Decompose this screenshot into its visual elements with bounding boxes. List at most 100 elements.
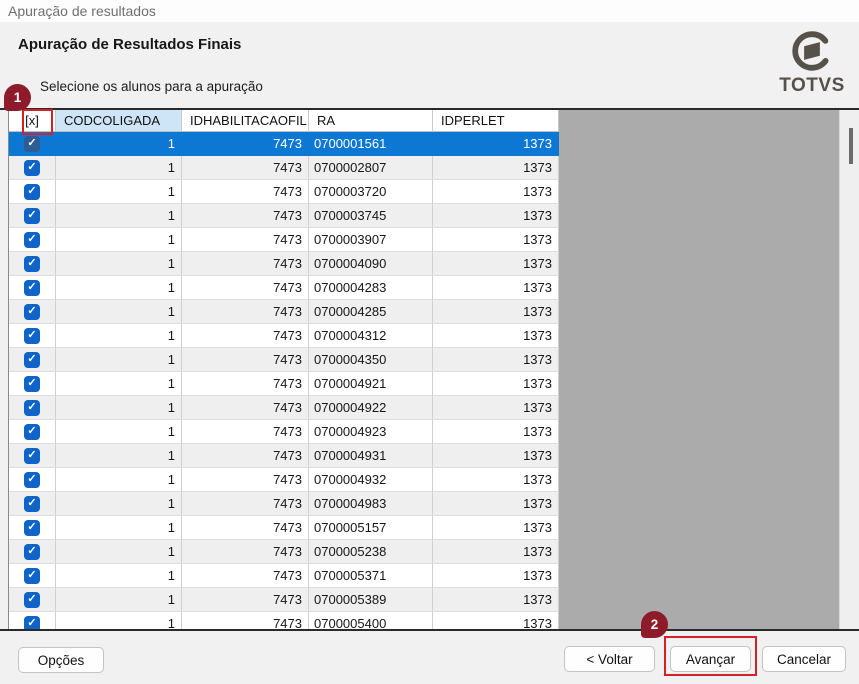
row-checkbox[interactable]: ✓ xyxy=(24,616,40,630)
row-checkbox[interactable]: ✓ xyxy=(24,136,40,152)
row-checkbox-cell: ✓ xyxy=(9,420,56,444)
cell-idperlet: 1373 xyxy=(433,204,559,228)
scrollbar-thumb[interactable] xyxy=(849,128,853,164)
cell-codcoligada: 1 xyxy=(56,492,182,516)
cell-idperlet: 1373 xyxy=(433,300,559,324)
cell-ra: 0700003907 xyxy=(309,228,433,252)
cell-idperlet: 1373 xyxy=(433,516,559,540)
row-checkbox[interactable]: ✓ xyxy=(24,280,40,296)
table-row[interactable]: ✓1747307000049831373 xyxy=(9,492,559,516)
table-row[interactable]: ✓1747307000015611373 xyxy=(9,132,559,156)
cell-ra: 0700004922 xyxy=(309,396,433,420)
cell-codcoligada: 1 xyxy=(56,300,182,324)
cell-codcoligada: 1 xyxy=(56,564,182,588)
table-row[interactable]: ✓1747307000043501373 xyxy=(9,348,559,372)
back-button[interactable]: < Voltar xyxy=(564,646,655,672)
table-row[interactable]: ✓1747307000049321373 xyxy=(9,468,559,492)
row-checkbox-cell: ✓ xyxy=(9,204,56,228)
cell-idhabilitacaofil: 7473 xyxy=(182,612,309,629)
row-checkbox[interactable]: ✓ xyxy=(24,352,40,368)
column-header-idperlet[interactable]: IDPERLET xyxy=(433,110,559,132)
cell-idhabilitacaofil: 7473 xyxy=(182,204,309,228)
table-row[interactable]: ✓1747307000049221373 xyxy=(9,396,559,420)
annotation-box-next-button xyxy=(664,636,757,676)
cell-codcoligada: 1 xyxy=(56,180,182,204)
table-row[interactable]: ✓1747307000043121373 xyxy=(9,324,559,348)
row-checkbox[interactable]: ✓ xyxy=(24,184,40,200)
row-checkbox[interactable]: ✓ xyxy=(24,496,40,512)
cell-idperlet: 1373 xyxy=(433,180,559,204)
table-row[interactable]: ✓1747307000040901373 xyxy=(9,252,559,276)
row-checkbox[interactable]: ✓ xyxy=(24,400,40,416)
cell-codcoligada: 1 xyxy=(56,348,182,372)
check-icon: ✓ xyxy=(27,138,36,149)
cell-idperlet: 1373 xyxy=(433,492,559,516)
cell-idhabilitacaofil: 7473 xyxy=(182,228,309,252)
cell-idperlet: 1373 xyxy=(433,228,559,252)
row-checkbox[interactable]: ✓ xyxy=(24,592,40,608)
row-checkbox-cell: ✓ xyxy=(9,516,56,540)
table-row[interactable]: ✓1747307000053711373 xyxy=(9,564,559,588)
row-checkbox[interactable]: ✓ xyxy=(24,256,40,272)
page-title: Apuração de Resultados Finais xyxy=(18,36,241,53)
cell-codcoligada: 1 xyxy=(56,372,182,396)
table-row[interactable]: ✓1747307000054001373 xyxy=(9,612,559,629)
table-row[interactable]: ✓1747307000049211373 xyxy=(9,372,559,396)
table-row[interactable]: ✓1747307000037451373 xyxy=(9,204,559,228)
vertical-scrollbar[interactable] xyxy=(839,110,859,629)
cell-idperlet: 1373 xyxy=(433,540,559,564)
row-checkbox[interactable]: ✓ xyxy=(24,304,40,320)
cell-ra: 0700001561 xyxy=(309,132,433,156)
check-icon: ✓ xyxy=(27,402,36,413)
row-checkbox[interactable]: ✓ xyxy=(24,424,40,440)
table-row[interactable]: ✓1747307000053891373 xyxy=(9,588,559,612)
table-row[interactable]: ✓1747307000042831373 xyxy=(9,276,559,300)
cell-idperlet: 1373 xyxy=(433,372,559,396)
row-checkbox[interactable]: ✓ xyxy=(24,568,40,584)
row-checkbox[interactable]: ✓ xyxy=(24,472,40,488)
table-header-row: [x] CODCOLIGADA IDHABILITACAOFIL RA IDPE… xyxy=(9,110,559,132)
row-checkbox[interactable]: ✓ xyxy=(24,232,40,248)
cell-idhabilitacaofil: 7473 xyxy=(182,132,309,156)
cell-codcoligada: 1 xyxy=(56,444,182,468)
table-row[interactable]: ✓1747307000037201373 xyxy=(9,180,559,204)
cell-idperlet: 1373 xyxy=(433,612,559,629)
cell-idhabilitacaofil: 7473 xyxy=(182,372,309,396)
row-checkbox[interactable]: ✓ xyxy=(24,376,40,392)
row-checkbox[interactable]: ✓ xyxy=(24,328,40,344)
table-row[interactable]: ✓1747307000049231373 xyxy=(9,420,559,444)
options-button[interactable]: Opções xyxy=(18,647,104,673)
column-header-ra[interactable]: RA xyxy=(309,110,433,132)
cell-ra: 0700005400 xyxy=(309,612,433,629)
row-checkbox-cell: ✓ xyxy=(9,300,56,324)
cell-ra: 0700004283 xyxy=(309,276,433,300)
column-header-idhabilitacaofil[interactable]: IDHABILITACAOFIL xyxy=(182,110,309,132)
row-checkbox[interactable]: ✓ xyxy=(24,448,40,464)
cell-idperlet: 1373 xyxy=(433,588,559,612)
table-row[interactable]: ✓1747307000028071373 xyxy=(9,156,559,180)
totvs-logo: TOTVS xyxy=(776,30,848,97)
row-checkbox[interactable]: ✓ xyxy=(24,520,40,536)
row-checkbox[interactable]: ✓ xyxy=(24,160,40,176)
cancel-button[interactable]: Cancelar xyxy=(762,646,846,672)
annotation-step-badge-1: 1 xyxy=(4,84,31,111)
cell-idperlet: 1373 xyxy=(433,252,559,276)
cell-idhabilitacaofil: 7473 xyxy=(182,564,309,588)
table-row[interactable]: ✓1747307000052381373 xyxy=(9,540,559,564)
cell-ra: 0700004285 xyxy=(309,300,433,324)
cell-ra: 0700005371 xyxy=(309,564,433,588)
cell-idhabilitacaofil: 7473 xyxy=(182,516,309,540)
table-row[interactable]: ✓1747307000039071373 xyxy=(9,228,559,252)
table-row[interactable]: ✓1747307000049311373 xyxy=(9,444,559,468)
cell-ra: 0700005238 xyxy=(309,540,433,564)
row-checkbox[interactable]: ✓ xyxy=(24,544,40,560)
cell-ra: 0700003720 xyxy=(309,180,433,204)
table-row[interactable]: ✓1747307000051571373 xyxy=(9,516,559,540)
row-checkbox[interactable]: ✓ xyxy=(24,208,40,224)
row-checkbox-cell: ✓ xyxy=(9,132,56,156)
column-header-codcoligada[interactable]: CODCOLIGADA xyxy=(56,110,182,132)
table-row[interactable]: ✓1747307000042851373 xyxy=(9,300,559,324)
check-icon: ✓ xyxy=(27,282,36,293)
row-checkbox-cell: ✓ xyxy=(9,180,56,204)
check-icon: ✓ xyxy=(27,426,36,437)
